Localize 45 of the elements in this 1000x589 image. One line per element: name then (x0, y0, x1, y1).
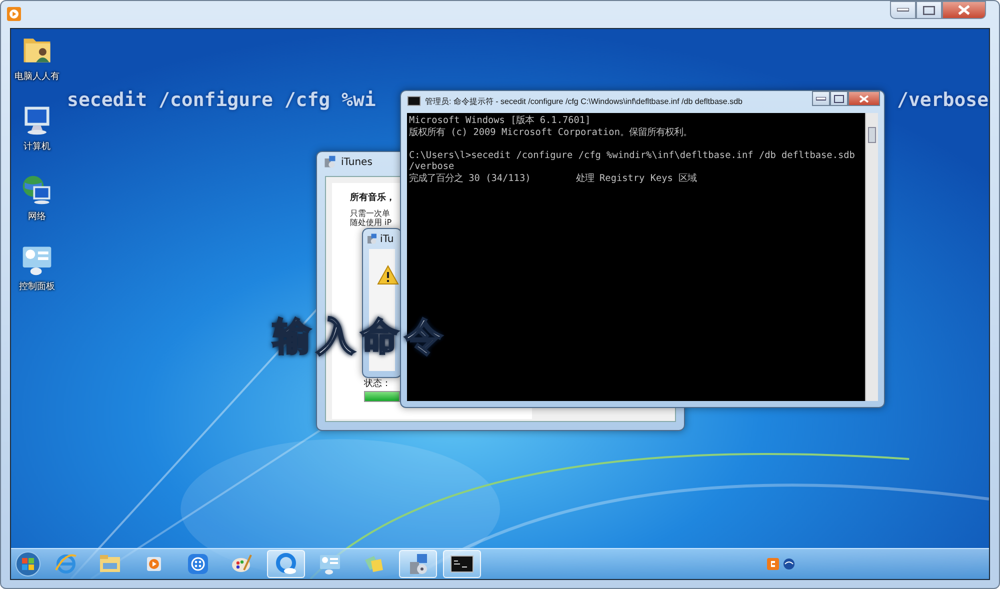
dialog-text: 只需一次单 (350, 209, 390, 218)
dialog-heading: 所有音乐， (350, 191, 395, 204)
app-icon (186, 552, 210, 576)
minimize-icon (897, 8, 909, 12)
dialog-text: 随处使用 iP (350, 218, 392, 227)
icon-label: 控制面板 (19, 280, 55, 293)
maximize-button[interactable] (916, 1, 942, 19)
icon-label: 计算机 (24, 140, 50, 153)
window-title: iTunes (341, 156, 372, 168)
icon-label: 电脑人人有 (14, 70, 60, 83)
window-title: iTu (380, 234, 394, 244)
maximize-button[interactable] (830, 91, 848, 106)
warning-icon (377, 265, 399, 285)
progress-bar (364, 391, 400, 402)
installer-icon (323, 155, 337, 169)
caption-text: secedit /configure /cfg %wi (67, 89, 376, 111)
maximize-icon (923, 6, 935, 14)
close-icon (958, 5, 970, 15)
minimize-button[interactable] (890, 1, 916, 19)
console-line: 完成了百分之 30 (34/113) 处理 Registry Keys 区域 (409, 172, 698, 184)
play-icon (7, 7, 21, 21)
icon-label: 网络 (28, 210, 46, 223)
maximize-icon (834, 94, 844, 102)
minimize-icon (816, 96, 826, 100)
console-line: C:\Users\l>secedit /configure /cfg %windir%\inf\defltbase.inf /db defltbase.sdb (409, 150, 856, 161)
tray-icon[interactable] (783, 558, 795, 570)
start-button[interactable] (15, 551, 41, 577)
close-button[interactable] (942, 1, 986, 19)
close-icon (859, 94, 869, 102)
console-line: 版权所有 (c) 2009 Microsoft Corporation。保留所有权利。 (409, 126, 693, 138)
control-panel-icon (318, 552, 342, 576)
status-label: 状态： (364, 378, 391, 390)
cloud-icon (274, 552, 298, 576)
installer-icon (366, 233, 378, 245)
taskbar-button[interactable] (443, 550, 481, 578)
window-title: 管理员: 命令提示符 - secedit /configure /cfg C:\Windows\inf\defltbase.inf /db defltbase.sdb (425, 96, 742, 106)
console-line: /verbose (409, 161, 456, 172)
scrollbar[interactable] (865, 113, 878, 401)
caption-text: /verbose (897, 89, 989, 111)
minimize-button[interactable] (812, 91, 830, 106)
console-line: Microsoft Windows [版本 6.1.7601] (409, 115, 592, 126)
ie-icon (54, 552, 78, 576)
scroll-thumb[interactable] (868, 127, 876, 143)
close-button[interactable] (848, 91, 880, 106)
console-icon (407, 94, 421, 108)
